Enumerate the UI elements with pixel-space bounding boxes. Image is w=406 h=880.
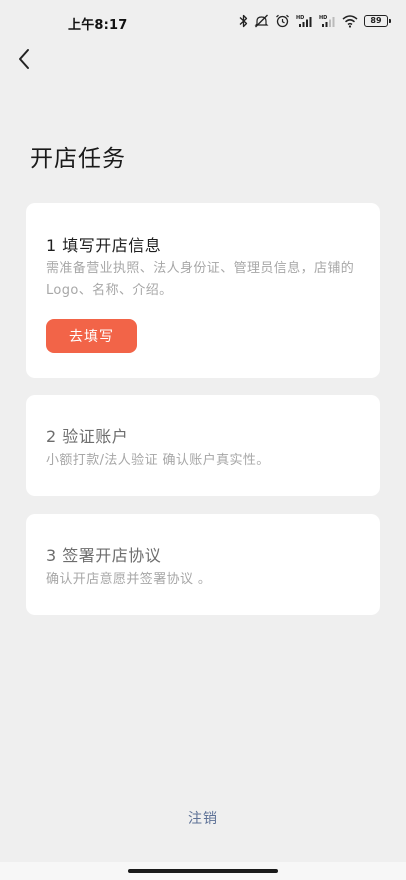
chevron-left-icon [19, 49, 29, 69]
page-title: 开店任务 [30, 146, 126, 172]
svg-text:HD: HD [296, 15, 304, 21]
task-card-verify-account: 2 验证账户 小额打款/法人验证 确认账户真实性。 [26, 395, 380, 496]
task-description: 需准备营业执照、法人身份证、管理员信息，店铺的Logo、名称、介绍。 [46, 261, 355, 298]
task-title: 2 验证账户 [46, 427, 129, 446]
task-card-fill-info: 1 填写开店信息 需准备营业执照、法人身份证、管理员信息，店铺的Logo、名称、… [26, 203, 380, 378]
status-time: 上午8:17 [68, 18, 128, 33]
alarm-icon [275, 14, 290, 28]
signal-hd-icon: HD [296, 14, 313, 28]
wifi-icon [342, 14, 358, 28]
battery-icon: 89 [364, 15, 391, 27]
status-icons: HD HD 89 [239, 13, 391, 29]
task-description: 确认开店意愿并签署协议 。 [46, 572, 212, 587]
logout-link[interactable]: 注销 [0, 808, 406, 828]
back-button[interactable] [10, 44, 38, 74]
task-title: 3 签署开店协议 [46, 546, 162, 565]
signal-hd-icon: HD [319, 14, 336, 28]
task-title: 1 填写开店信息 [46, 236, 162, 255]
go-fill-button[interactable]: 去填写 [46, 319, 137, 353]
task-card-sign-agreement: 3 签署开店协议 确认开店意愿并签署协议 。 [26, 514, 380, 615]
status-bar: 上午8:17 HD HD 89 [0, 0, 406, 40]
bluetooth-icon [239, 14, 248, 28]
mute-icon [254, 14, 269, 28]
svg-text:HD: HD [319, 15, 327, 21]
task-description: 小额打款/法人验证 确认账户真实性。 [46, 453, 270, 468]
home-indicator[interactable] [128, 869, 278, 873]
